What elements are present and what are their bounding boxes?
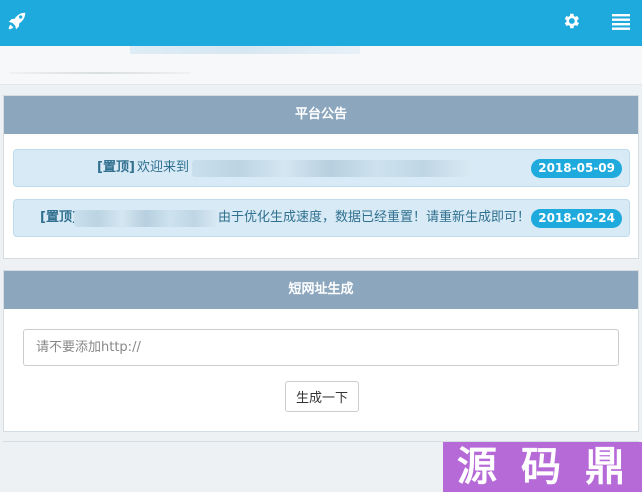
generator-panel: 短网址生成 生成一下 [3,270,639,432]
top-navbar [0,0,642,46]
blurred-area [10,72,190,74]
watermark-char: 码 [521,443,561,490]
generate-button[interactable]: 生成一下 [285,381,359,412]
url-input[interactable] [23,329,619,366]
gear-icon[interactable] [561,11,581,31]
date-badge: 2018-02-24 [531,209,622,228]
notice-panel: 平台公告 [置顶] 欢迎来到 2018-05-09 [置顶] 由于优化生成速度，… [3,95,639,259]
notice-item[interactable]: [置顶] 由于优化生成速度，数据已经重置！请重新生成即可！ 2018-02-24 [13,199,630,237]
notice-text: 由于优化生成速度，数据已经重置！请重新生成即可！ [218,210,531,225]
watermark-char: 鼎 [585,443,625,490]
rocket-icon[interactable] [6,10,28,32]
notice-panel-title: 平台公告 [4,96,638,134]
date-badge: 2018-05-09 [531,159,622,178]
list-icon[interactable] [612,14,630,30]
blurred-text [74,210,218,227]
notice-text: 欢迎来到 [137,160,190,175]
sub-navbar [0,46,642,85]
pinned-tag: [置顶] [97,160,135,175]
blurred-area [130,46,360,54]
watermark-char: 源 [457,443,497,490]
pinned-tag: [置顶] [40,210,78,225]
blurred-text [192,160,470,177]
generator-panel-title: 短网址生成 [4,271,638,309]
watermark-logo: 源 码 鼎 [443,442,642,492]
notice-item[interactable]: [置顶] 欢迎来到 2018-05-09 [13,149,630,187]
